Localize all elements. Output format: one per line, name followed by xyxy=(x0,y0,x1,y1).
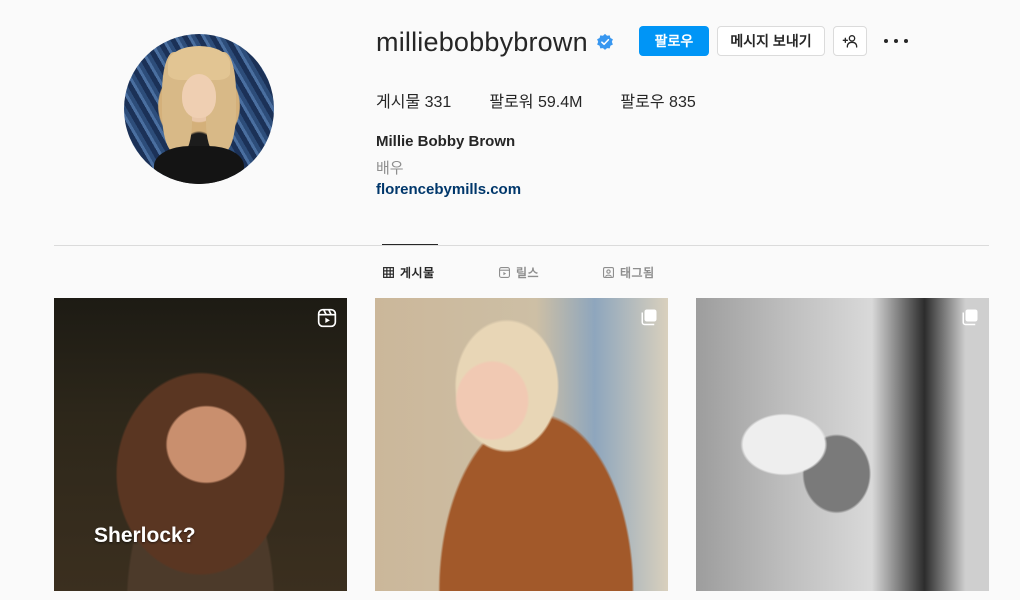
profile-avatar[interactable] xyxy=(124,34,274,184)
more-dots-icon xyxy=(894,39,898,43)
avatar-dress xyxy=(154,146,244,184)
follow-button[interactable]: 팔로우 xyxy=(639,26,709,56)
more-dots-icon xyxy=(904,39,908,43)
stat-label: 게시물 xyxy=(376,94,421,111)
carousel-icon xyxy=(962,309,978,326)
stat-value: 59.4M xyxy=(537,94,583,111)
reel-icon xyxy=(317,308,337,328)
tab-tagged[interactable]: 태그됨 xyxy=(603,264,655,281)
post-thumbnail[interactable] xyxy=(375,298,668,591)
tab-label: 태그됨 xyxy=(620,266,655,280)
message-button[interactable]: 메시지 보내기 xyxy=(717,26,825,56)
post-thumbnail[interactable] xyxy=(696,298,989,591)
active-tab-indicator xyxy=(382,244,438,245)
stat-followers[interactable]: 팔로워 59.4M xyxy=(489,88,582,112)
profile-website-link[interactable]: florencebymills.com xyxy=(376,181,521,198)
stat-value: 835 xyxy=(669,94,696,111)
stat-label: 팔로우 xyxy=(620,94,665,111)
tabs-divider xyxy=(54,245,989,246)
reels-icon xyxy=(499,267,510,278)
tab-reels[interactable]: 릴스 xyxy=(499,264,539,281)
verified-badge-icon xyxy=(596,33,613,50)
profile-stats: 게시물 331 팔로워 59.4M 팔로우 835 xyxy=(376,88,734,112)
stat-following[interactable]: 팔로우 835 xyxy=(620,88,695,112)
profile-username: milliebobbybrown xyxy=(376,26,588,57)
stat-posts: 게시물 331 xyxy=(376,88,451,112)
tab-posts[interactable]: 게시물 xyxy=(383,264,435,281)
carousel-icon xyxy=(641,309,657,326)
grid-icon xyxy=(383,267,394,278)
profile-category: 배우 xyxy=(376,160,404,177)
more-options-button[interactable] xyxy=(884,32,908,50)
stat-value: 331 xyxy=(424,94,452,111)
tab-label: 게시물 xyxy=(400,266,435,280)
post-caption: Sherlock? xyxy=(94,524,196,547)
add-person-icon xyxy=(842,35,858,48)
more-dots-icon xyxy=(884,39,888,43)
username-row: milliebobbybrown xyxy=(376,26,614,58)
post-thumbnail[interactable]: Sherlock? xyxy=(54,298,347,591)
avatar-face xyxy=(182,74,216,118)
stat-label: 팔로워 xyxy=(489,94,534,111)
suggested-accounts-button[interactable] xyxy=(833,26,867,56)
tagged-icon xyxy=(603,267,614,278)
tab-label: 릴스 xyxy=(516,266,540,280)
profile-full-name: Millie Bobby Brown xyxy=(376,133,516,150)
